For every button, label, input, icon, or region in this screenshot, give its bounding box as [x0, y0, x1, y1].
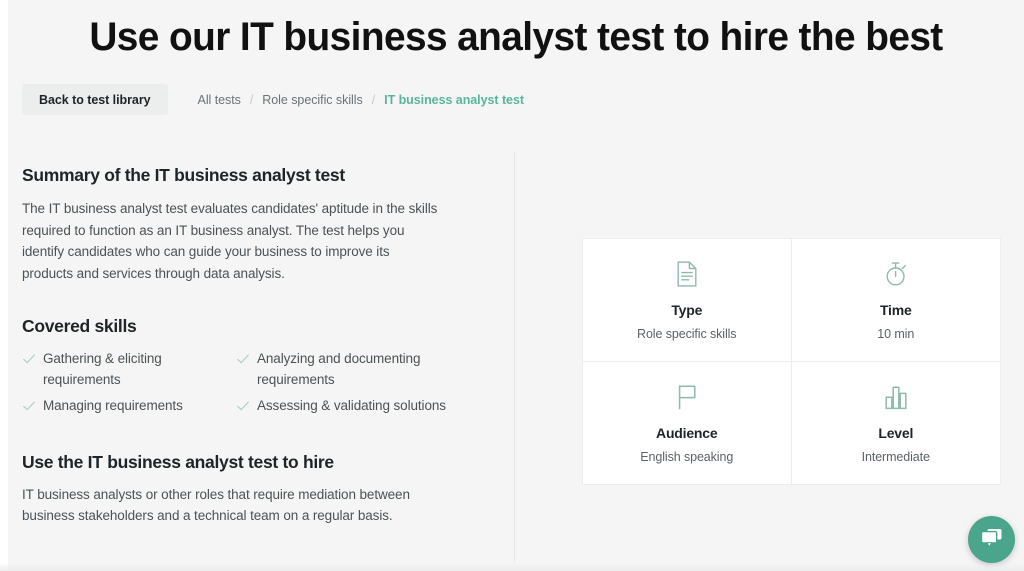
column-divider [514, 152, 515, 562]
chat-bubbles-icon [979, 526, 1004, 554]
covered-skills-list: Gathering & eliciting requirements Analy… [22, 349, 452, 423]
page-title: Use our IT business analyst test to hire… [89, 15, 943, 59]
info-value: English speaking [640, 449, 734, 464]
check-icon [237, 401, 249, 411]
chat-widget-button[interactable] [968, 516, 1015, 563]
breadcrumb-item-all-tests[interactable]: All tests [198, 93, 241, 107]
list-item: Analyzing and documenting requirements [236, 349, 450, 396]
page-root: Use our IT business analyst test to hire… [0, 0, 1024, 571]
list-item: Gathering & eliciting requirements [22, 349, 236, 396]
hire-body: IT business analysts or other roles that… [22, 486, 410, 524]
hire-heading: Use the IT business analyst test to hire [22, 451, 334, 472]
breadcrumb-separator: / [249, 92, 254, 107]
info-cell-audience: Audience English speaking [583, 361, 792, 484]
info-label: Level [878, 424, 914, 441]
info-cell-time: Time 10 min [791, 239, 1000, 362]
breadcrumb: All tests / Role specific skills / IT bu… [198, 93, 524, 107]
check-icon [23, 354, 35, 364]
breadcrumb-separator: / [371, 92, 376, 107]
flag-icon [676, 384, 698, 410]
breadcrumb-item-current: IT business analyst test [384, 92, 524, 107]
back-to-test-library-button[interactable]: Back to test library [22, 84, 168, 115]
skill-label: Gathering & eliciting requirements [43, 351, 162, 387]
info-value: Role specific skills [637, 326, 737, 341]
check-icon [237, 354, 249, 364]
info-label: Type [671, 301, 703, 318]
info-cell-type: Type Role specific skills [583, 239, 792, 362]
list-item: Managing requirements [22, 396, 236, 423]
info-value: Intermediate [861, 449, 930, 464]
summary-heading: Summary of the IT business analyst test [22, 165, 345, 185]
info-label: Audience [656, 424, 718, 441]
bar-chart-icon [884, 384, 908, 410]
skill-label: Assessing & validating solutions [257, 398, 446, 413]
stopwatch-icon [884, 261, 908, 287]
skill-label: Managing requirements [43, 398, 183, 413]
left-column: Summary of the IT business analyst test … [22, 163, 472, 527]
covered-skills-heading: Covered skills [22, 316, 137, 336]
info-value: 10 min [877, 326, 915, 341]
info-label: Time [879, 301, 912, 318]
breadcrumb-row: Back to test library All tests / Role sp… [22, 84, 524, 115]
check-icon [23, 401, 35, 411]
list-item: Assessing & validating solutions [236, 396, 450, 423]
breadcrumb-item-role-specific-skills[interactable]: Role specific skills [262, 93, 362, 107]
skill-label: Analyzing and documenting requirements [257, 351, 421, 387]
document-icon [676, 261, 698, 287]
summary-body: The IT business analyst test evaluates c… [22, 201, 438, 281]
test-info-card: Type Role specific skills Time 10 min Au… [582, 238, 1001, 485]
info-cell-level: Level Intermediate [792, 362, 1001, 485]
